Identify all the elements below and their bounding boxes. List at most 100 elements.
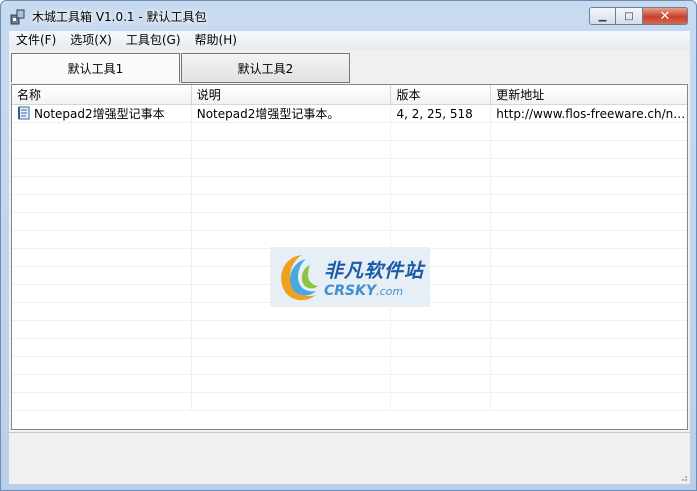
empty-cell (491, 177, 687, 195)
empty-row (12, 339, 687, 357)
empty-row (12, 357, 687, 375)
empty-cell (391, 393, 492, 411)
empty-cell (491, 303, 687, 321)
empty-cell (491, 159, 687, 177)
tab-default-tools-1[interactable]: 默认工具1 (11, 53, 180, 83)
column-header-name[interactable]: 名称 (12, 85, 192, 105)
empty-cell (12, 321, 192, 339)
empty-cell (192, 339, 392, 357)
table-row[interactable]: Notepad2增强型记事本 Notepad2增强型记事本。 4, 2, 25,… (12, 105, 687, 123)
empty-cell (12, 141, 192, 159)
empty-cell (491, 195, 687, 213)
empty-cell (391, 195, 492, 213)
empty-cell (12, 159, 192, 177)
close-icon: ✕ (659, 8, 671, 24)
empty-cell (192, 213, 392, 231)
cell-description: Notepad2增强型记事本。 (192, 105, 392, 123)
empty-cell (12, 123, 192, 141)
column-header-version[interactable]: 版本 (391, 85, 492, 105)
empty-cell (391, 123, 492, 141)
empty-row (12, 141, 687, 159)
empty-cell (391, 321, 492, 339)
empty-cell (192, 159, 392, 177)
app-window: 木城工具箱 V1.0.1 - 默认工具包 ▁ □ ✕ 文件(F) 选项(X) 工… (0, 0, 697, 491)
empty-cell (391, 339, 492, 357)
empty-row (12, 177, 687, 195)
empty-cell (12, 177, 192, 195)
empty-cell (491, 231, 687, 249)
empty-cell (12, 267, 192, 285)
empty-cell (12, 213, 192, 231)
toolbox-icon (10, 9, 25, 25)
row-name: Notepad2增强型记事本 (34, 107, 165, 121)
empty-cell (491, 321, 687, 339)
empty-cell (391, 213, 492, 231)
menu-help[interactable]: 帮助(H) (188, 31, 244, 50)
column-header-update-url[interactable]: 更新地址 (491, 85, 687, 105)
column-header-description[interactable]: 说明 (192, 85, 392, 105)
window-title: 木城工具箱 V1.0.1 - 默认工具包 (32, 10, 207, 24)
notepad-icon (18, 106, 30, 120)
minimize-icon: ▁ (598, 10, 607, 22)
empty-cell (491, 249, 687, 267)
empty-cell (391, 177, 492, 195)
status-bar (9, 432, 690, 484)
maximize-icon: □ (624, 10, 634, 22)
empty-cell (391, 375, 492, 393)
list-header: 名称 说明 版本 更新地址 (12, 85, 687, 105)
empty-cell (491, 267, 687, 285)
empty-cell (491, 285, 687, 303)
tab-strip: 默认工具1 默认工具2 (11, 53, 351, 83)
empty-cell (491, 393, 687, 411)
empty-row (12, 321, 687, 339)
title-bar[interactable]: 木城工具箱 V1.0.1 - 默认工具包 ▁ □ ✕ (1, 1, 696, 31)
empty-cell (192, 177, 392, 195)
tool-list[interactable]: 名称 说明 版本 更新地址 Notepad2增强型记事本 Notepad2增强型… (11, 84, 688, 430)
empty-cell (192, 375, 392, 393)
empty-row (12, 159, 687, 177)
menu-options[interactable]: 选项(X) (63, 31, 119, 50)
minimize-button[interactable]: ▁ (589, 7, 616, 25)
empty-cell (491, 123, 687, 141)
window-controls: ▁ □ ✕ (589, 7, 688, 25)
empty-cell (192, 357, 392, 375)
resize-grip-icon[interactable] (678, 472, 688, 482)
empty-cell (192, 195, 392, 213)
empty-cell (12, 231, 192, 249)
watermark-cn: 非凡软件站 (324, 259, 425, 282)
empty-cell (192, 321, 392, 339)
watermark-en: CRSKY.com (324, 282, 404, 299)
empty-cell (192, 141, 392, 159)
empty-row (12, 393, 687, 411)
empty-cell (12, 285, 192, 303)
tab-default-tools-2[interactable]: 默认工具2 (181, 53, 350, 83)
empty-row (12, 213, 687, 231)
empty-cell (12, 339, 192, 357)
maximize-button[interactable]: □ (616, 7, 643, 25)
menu-file[interactable]: 文件(F) (9, 31, 63, 50)
empty-cell (192, 123, 392, 141)
empty-cell (491, 213, 687, 231)
crsky-logo-icon (281, 255, 318, 301)
empty-cell (391, 141, 492, 159)
watermark-text: 非凡软件站 CRSKY.com (324, 256, 424, 299)
menu-bar: 文件(F) 选项(X) 工具包(G) 帮助(H) (9, 31, 690, 50)
client-area: 文件(F) 选项(X) 工具包(G) 帮助(H) 默认工具1 默认工具2 名称 … (9, 31, 690, 484)
empty-row (12, 375, 687, 393)
watermark-logo: 非凡软件站 CRSKY.com (270, 247, 430, 307)
empty-cell (491, 357, 687, 375)
empty-cell (12, 393, 192, 411)
menu-toolkit[interactable]: 工具包(G) (119, 31, 188, 50)
empty-cell (12, 375, 192, 393)
cell-version: 4, 2, 25, 518 (391, 105, 492, 123)
close-button[interactable]: ✕ (643, 7, 688, 25)
empty-cell (192, 393, 392, 411)
empty-cell (12, 303, 192, 321)
empty-cell (12, 249, 192, 267)
empty-cell (12, 357, 192, 375)
empty-cell (12, 195, 192, 213)
cell-name: Notepad2增强型记事本 (12, 105, 192, 123)
cell-update-url: http://www.flos-freeware.ch/no... (496, 107, 687, 121)
empty-cell (391, 159, 492, 177)
empty-cell (491, 339, 687, 357)
